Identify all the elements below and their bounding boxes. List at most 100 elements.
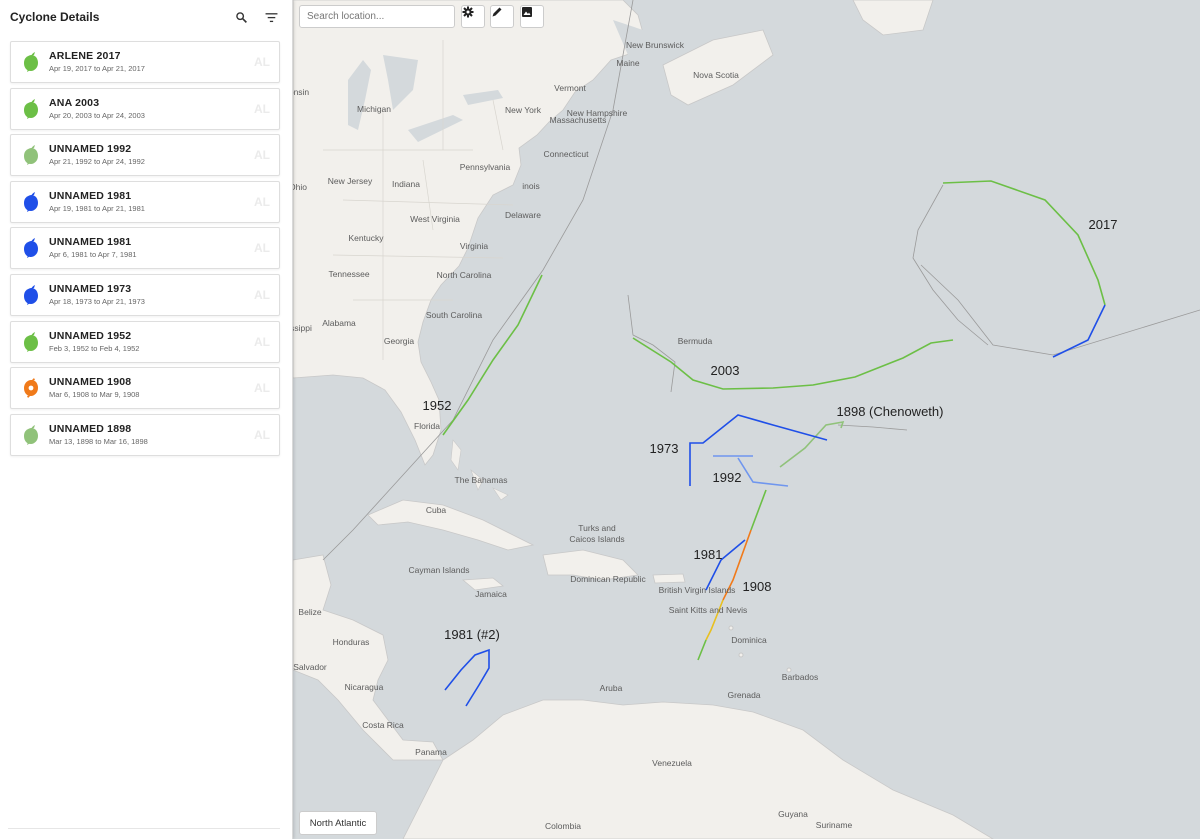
basin-badge: AL — [254, 101, 270, 116]
place-label: Nicaragua — [344, 682, 384, 692]
place-label: ssippi — [293, 323, 312, 333]
basin-badge: AL — [254, 241, 270, 256]
place-label: Costa Rica — [362, 720, 404, 730]
track-label: 1992 — [712, 470, 742, 485]
place-label: Venezuela — [652, 758, 692, 768]
storm-dates: Apr 6, 1981 to Apr 7, 1981 — [49, 250, 137, 260]
storm-name: ARLENE 2017 — [49, 50, 121, 62]
place-label: Michigan — [356, 104, 392, 114]
storm-name: UNNAMED 1952 — [49, 329, 132, 342]
track-2017 — [942, 180, 1106, 306]
place-label: New Jersey — [327, 176, 373, 186]
storm-name: UNNAMED 1981 — [49, 236, 132, 249]
track-label: 1973 — [649, 441, 679, 456]
track-label: 1952 — [422, 398, 452, 413]
place-label: Delaware — [505, 210, 541, 220]
track-1908-ts — [750, 489, 767, 531]
place-label: West Virginia — [410, 214, 460, 224]
storm-dates: Feb 3, 1952 to Feb 4, 1952 — [49, 343, 140, 353]
search-icon[interactable] — [230, 6, 252, 28]
basin-badge: AL — [254, 427, 270, 442]
storm-list-item[interactable]: UNNAMED 1992 Apr 21, 1992 to Apr 24, 1992… — [10, 134, 280, 177]
south-america — [402, 699, 994, 839]
storm-list-item[interactable]: ARLENE 2017 Apr 19, 2017 to Apr 21, 2017 A… — [10, 41, 280, 83]
track-1908-end — [697, 639, 707, 661]
cyclone-sidebar: Cyclone Details ARLENE 2017 Apr 19, 2017 … — [0, 0, 293, 839]
place-label: Massachusetts — [549, 115, 607, 125]
storm-name: UNNAMED 1992 — [49, 143, 132, 156]
place-label: Cuba — [425, 505, 447, 515]
place-label: Jamaica — [475, 589, 507, 599]
subtropical-storm-icon — [22, 424, 40, 446]
gear-icon — [462, 6, 474, 18]
storm-dates: Mar 13, 1898 to Mar 16, 1898 — [49, 436, 148, 446]
cuba — [367, 499, 535, 551]
place-label: Pennsylvania — [459, 162, 511, 172]
place-label: Honduras — [332, 637, 370, 647]
place-label: Vermont — [554, 83, 586, 93]
storm-list-item[interactable]: UNNAMED 1981 Apr 6, 1981 to Apr 7, 1981 AL — [10, 227, 280, 270]
track-label: 1898 (Chenoweth) — [836, 404, 944, 419]
filter-icon[interactable] — [260, 6, 282, 28]
place-label: Panama — [415, 747, 447, 757]
storm-list-item[interactable]: UNNAMED 1898 Mar 13, 1898 to Mar 16, 1898… — [10, 413, 280, 456]
storm-list: ARLENE 2017 Apr 19, 2017 to Apr 21, 2017 A… — [0, 41, 292, 456]
place-label: Salvador — [293, 662, 327, 672]
tropical-storm-icon — [22, 98, 40, 120]
basin-badge: AL — [254, 194, 270, 209]
tropical-depression-icon — [22, 191, 40, 213]
draw-button[interactable] — [490, 5, 514, 28]
hurricane-icon — [22, 377, 40, 399]
storm-dates: Apr 21, 1992 to Apr 24, 1992 — [49, 157, 145, 167]
place-label: New Brunswick — [625, 40, 685, 50]
place-label: Aruba — [599, 683, 623, 693]
basin-badge: AL — [254, 381, 270, 396]
track-1973 — [689, 414, 828, 486]
storm-name: ANA 2003 — [49, 96, 100, 109]
place-label: Alabama — [322, 318, 356, 328]
track-label: 1981 (#2) — [444, 627, 500, 642]
basin-badge: AL — [254, 55, 270, 69]
sidebar-title: Cyclone Details — [10, 10, 100, 24]
storm-list-item[interactable]: UNNAMED 1973 Apr 18, 1973 to Apr 21, 1973… — [10, 273, 280, 316]
place-label: Dominican Republic — [570, 574, 646, 584]
storm-dates: Apr 18, 1973 to Apr 21, 1973 — [49, 296, 145, 306]
basin-badge: AL — [254, 148, 270, 163]
storm-track-map[interactable]: New Brunswick Maine Nova Scotia Vermont New … — [293, 0, 1200, 839]
basin-selector-button[interactable]: North Atlantic — [299, 811, 377, 835]
place-label: Cayman Islands — [408, 565, 470, 575]
place-label: Turks and — [578, 523, 616, 533]
place-label: Dominica — [731, 635, 767, 645]
storm-list-item[interactable]: UNNAMED 1952 Feb 3, 1952 to Feb 4, 1952 AL — [10, 320, 280, 363]
settings-button[interactable] — [461, 5, 485, 28]
north-america-landmass — [293, 0, 646, 466]
image-icon — [522, 7, 532, 17]
place-label: New York — [505, 105, 541, 115]
storm-list-item[interactable]: ANA 2003 Apr 20, 2003 to Apr 24, 2003 AL — [10, 87, 280, 130]
sidebar-divider — [8, 828, 280, 829]
place-label: Tennessee — [328, 269, 370, 279]
track-2017-td — [1052, 304, 1106, 358]
place-label: Suriname — [815, 820, 853, 830]
place-label: Colombia — [545, 821, 581, 831]
place-label: Virginia — [459, 241, 489, 251]
place-label: onsin — [293, 87, 310, 97]
place-label: Indiana — [392, 179, 420, 189]
place-label: inois — [522, 181, 540, 191]
image-button[interactable] — [520, 5, 544, 28]
storm-list-item[interactable]: UNNAMED 1908 Mar 6, 1908 to Mar 9, 1908 AL — [10, 367, 280, 410]
place-label: Bermuda — [677, 336, 713, 346]
place-label: British Virgin Islands — [658, 585, 736, 595]
place-label: Kentucky — [348, 233, 384, 243]
search-location-input[interactable] — [299, 5, 455, 28]
tropical-storm-icon — [22, 51, 40, 73]
track-label: 2003 — [710, 363, 740, 378]
storm-dates: Apr 20, 2003 to Apr 24, 2003 — [49, 110, 145, 120]
place-label: Belize — [298, 607, 322, 617]
storm-list-item[interactable]: UNNAMED 1981 Apr 19, 1981 to Apr 21, 1981… — [10, 180, 280, 223]
storm-name: UNNAMED 1898 — [49, 422, 132, 435]
place-label: Barbados — [781, 672, 819, 682]
place-label: Grenada — [727, 690, 761, 700]
place-label: The Bahamas — [454, 475, 508, 485]
newfoundland — [852, 0, 934, 36]
